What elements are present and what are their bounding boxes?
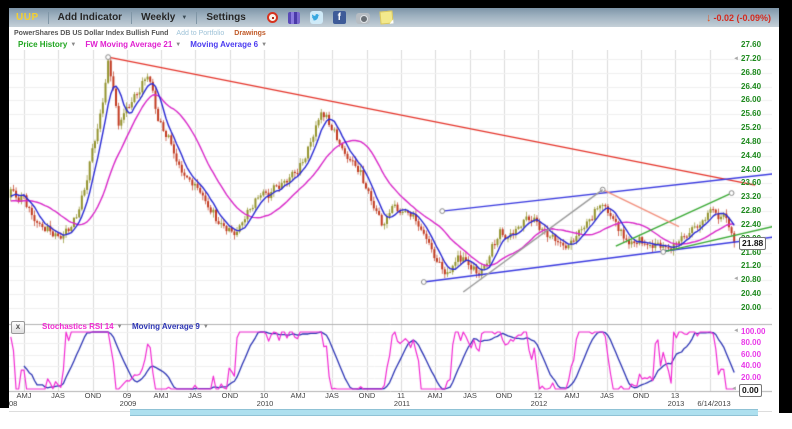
chart-books-icon[interactable]: [288, 12, 300, 24]
down-arrow-icon: ↓: [706, 12, 712, 24]
axis-pan-arrow-icon[interactable]: ◄: [731, 386, 737, 392]
change-text: -0.02 (-0.09%): [713, 13, 771, 23]
alarm-icon[interactable]: [267, 12, 278, 23]
window-edge: [779, 8, 792, 413]
chevron-down-icon: ▼: [181, 15, 187, 21]
add-to-portfolio-link[interactable]: Add to Portfolio: [176, 30, 224, 37]
indicator-panel-header: x Stochastics RSI 14▼ Moving Average 9▼: [9, 321, 429, 334]
toolbar-divider: [131, 12, 132, 24]
price-legend: Price History▼ FW Moving Average 21▼ Mov…: [9, 39, 779, 50]
note-icon[interactable]: [379, 10, 393, 24]
price-change: ↓-0.02 (-0.09%): [706, 12, 771, 24]
chart-app-window: UUP Add Indicator Weekly ▼ Settings f ↓-0…: [0, 0, 792, 429]
legend-moving-average-9[interactable]: Moving Average 9▼: [132, 322, 209, 331]
close-indicator-button[interactable]: x: [11, 321, 25, 334]
legend-moving-average-6[interactable]: Moving Average 6▼: [190, 40, 267, 49]
axis-pan-arrow-icon[interactable]: ◄: [733, 276, 739, 282]
chevron-down-icon: ▼: [261, 42, 267, 48]
chart-canvas[interactable]: [9, 50, 772, 416]
legend-stochastics-rsi-14[interactable]: Stochastics RSI 14▼: [42, 322, 123, 331]
camera-icon[interactable]: [356, 13, 370, 24]
axis-pan-arrow-icon[interactable]: ◄: [733, 328, 739, 334]
legend-price-history[interactable]: Price History▼: [18, 40, 76, 49]
window-edge: [0, 0, 792, 8]
chevron-down-icon: ▼: [203, 324, 209, 330]
settings-button[interactable]: Settings: [206, 12, 245, 23]
axis-pan-arrow-icon[interactable]: ◄: [733, 56, 739, 62]
indicator-value-label: 0.00: [739, 384, 762, 397]
chevron-down-icon: ▼: [70, 42, 76, 48]
current-price-label: 21.88: [739, 237, 766, 250]
window-edge: [0, 8, 9, 408]
add-indicator-button[interactable]: Add Indicator: [58, 12, 122, 23]
toolbar: UUP Add Indicator Weekly ▼ Settings f ↓-0…: [9, 8, 779, 27]
chart-scrollbar[interactable]: [130, 409, 758, 416]
timeframe-dropdown[interactable]: Weekly ▼: [141, 12, 187, 23]
timeframe-value: Weekly: [141, 12, 175, 23]
twitter-icon[interactable]: [310, 11, 323, 24]
toolbar-divider: [48, 12, 49, 24]
drawings-link[interactable]: Drawings: [234, 30, 266, 37]
facebook-icon[interactable]: f: [333, 11, 346, 24]
toolbar-divider: [196, 12, 197, 24]
chevron-down-icon: ▼: [117, 324, 123, 330]
symbol-label: UUP: [16, 12, 39, 23]
toolbar-icon-strip: f: [262, 11, 398, 24]
fund-name: PowerShares DB US Dollar Index Bullish F…: [14, 30, 168, 37]
chevron-down-icon: ▼: [175, 42, 181, 48]
legend-fw-moving-average-21[interactable]: FW Moving Average 21▼: [85, 40, 181, 49]
